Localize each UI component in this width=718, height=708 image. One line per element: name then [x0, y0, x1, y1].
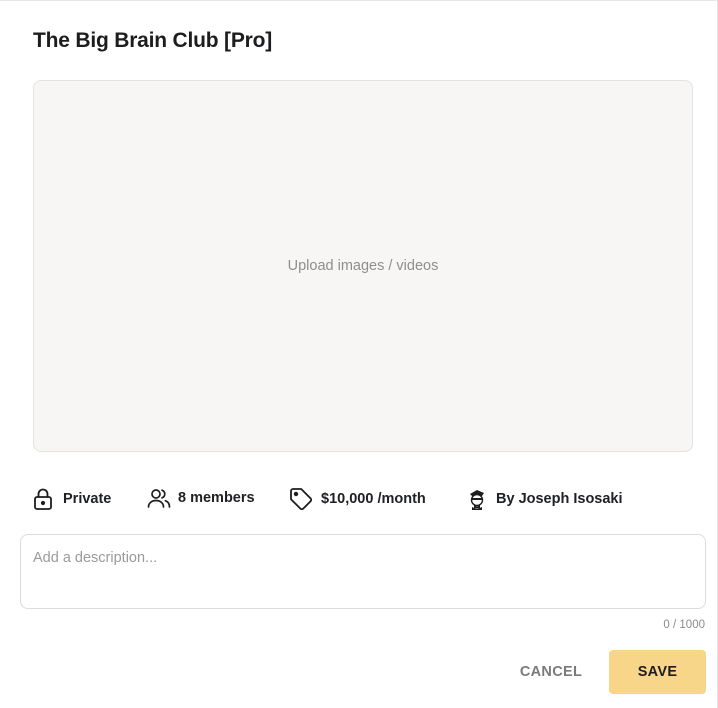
privacy-label: Private: [63, 491, 112, 507]
character-counter: 0 / 1000: [663, 619, 705, 631]
description-field[interactable]: [20, 534, 706, 609]
price-info: $10,000 /month: [289, 487, 426, 510]
privacy-info: Private: [33, 487, 111, 511]
save-button[interactable]: SAVE: [609, 650, 706, 694]
price-label: $10,000 /month: [321, 490, 426, 507]
members-label: 8 members: [178, 490, 255, 506]
group-editor-card: The Big Brain Club [Pro] Upload images /…: [0, 0, 718, 708]
avatar-icon: [465, 487, 489, 511]
page-title: The Big Brain Club [Pro]: [33, 29, 273, 52]
users-icon: [147, 487, 171, 509]
media-upload-area[interactable]: Upload images / videos: [33, 80, 693, 452]
lock-icon: [33, 487, 53, 511]
cancel-button[interactable]: CANCEL: [508, 650, 594, 694]
author-info: By Joseph Isosaki: [465, 487, 623, 511]
members-info: 8 members: [147, 487, 255, 509]
upload-label: Upload images / videos: [287, 258, 439, 274]
tag-icon: [289, 487, 312, 510]
author-label: By Joseph Isosaki: [496, 491, 623, 507]
